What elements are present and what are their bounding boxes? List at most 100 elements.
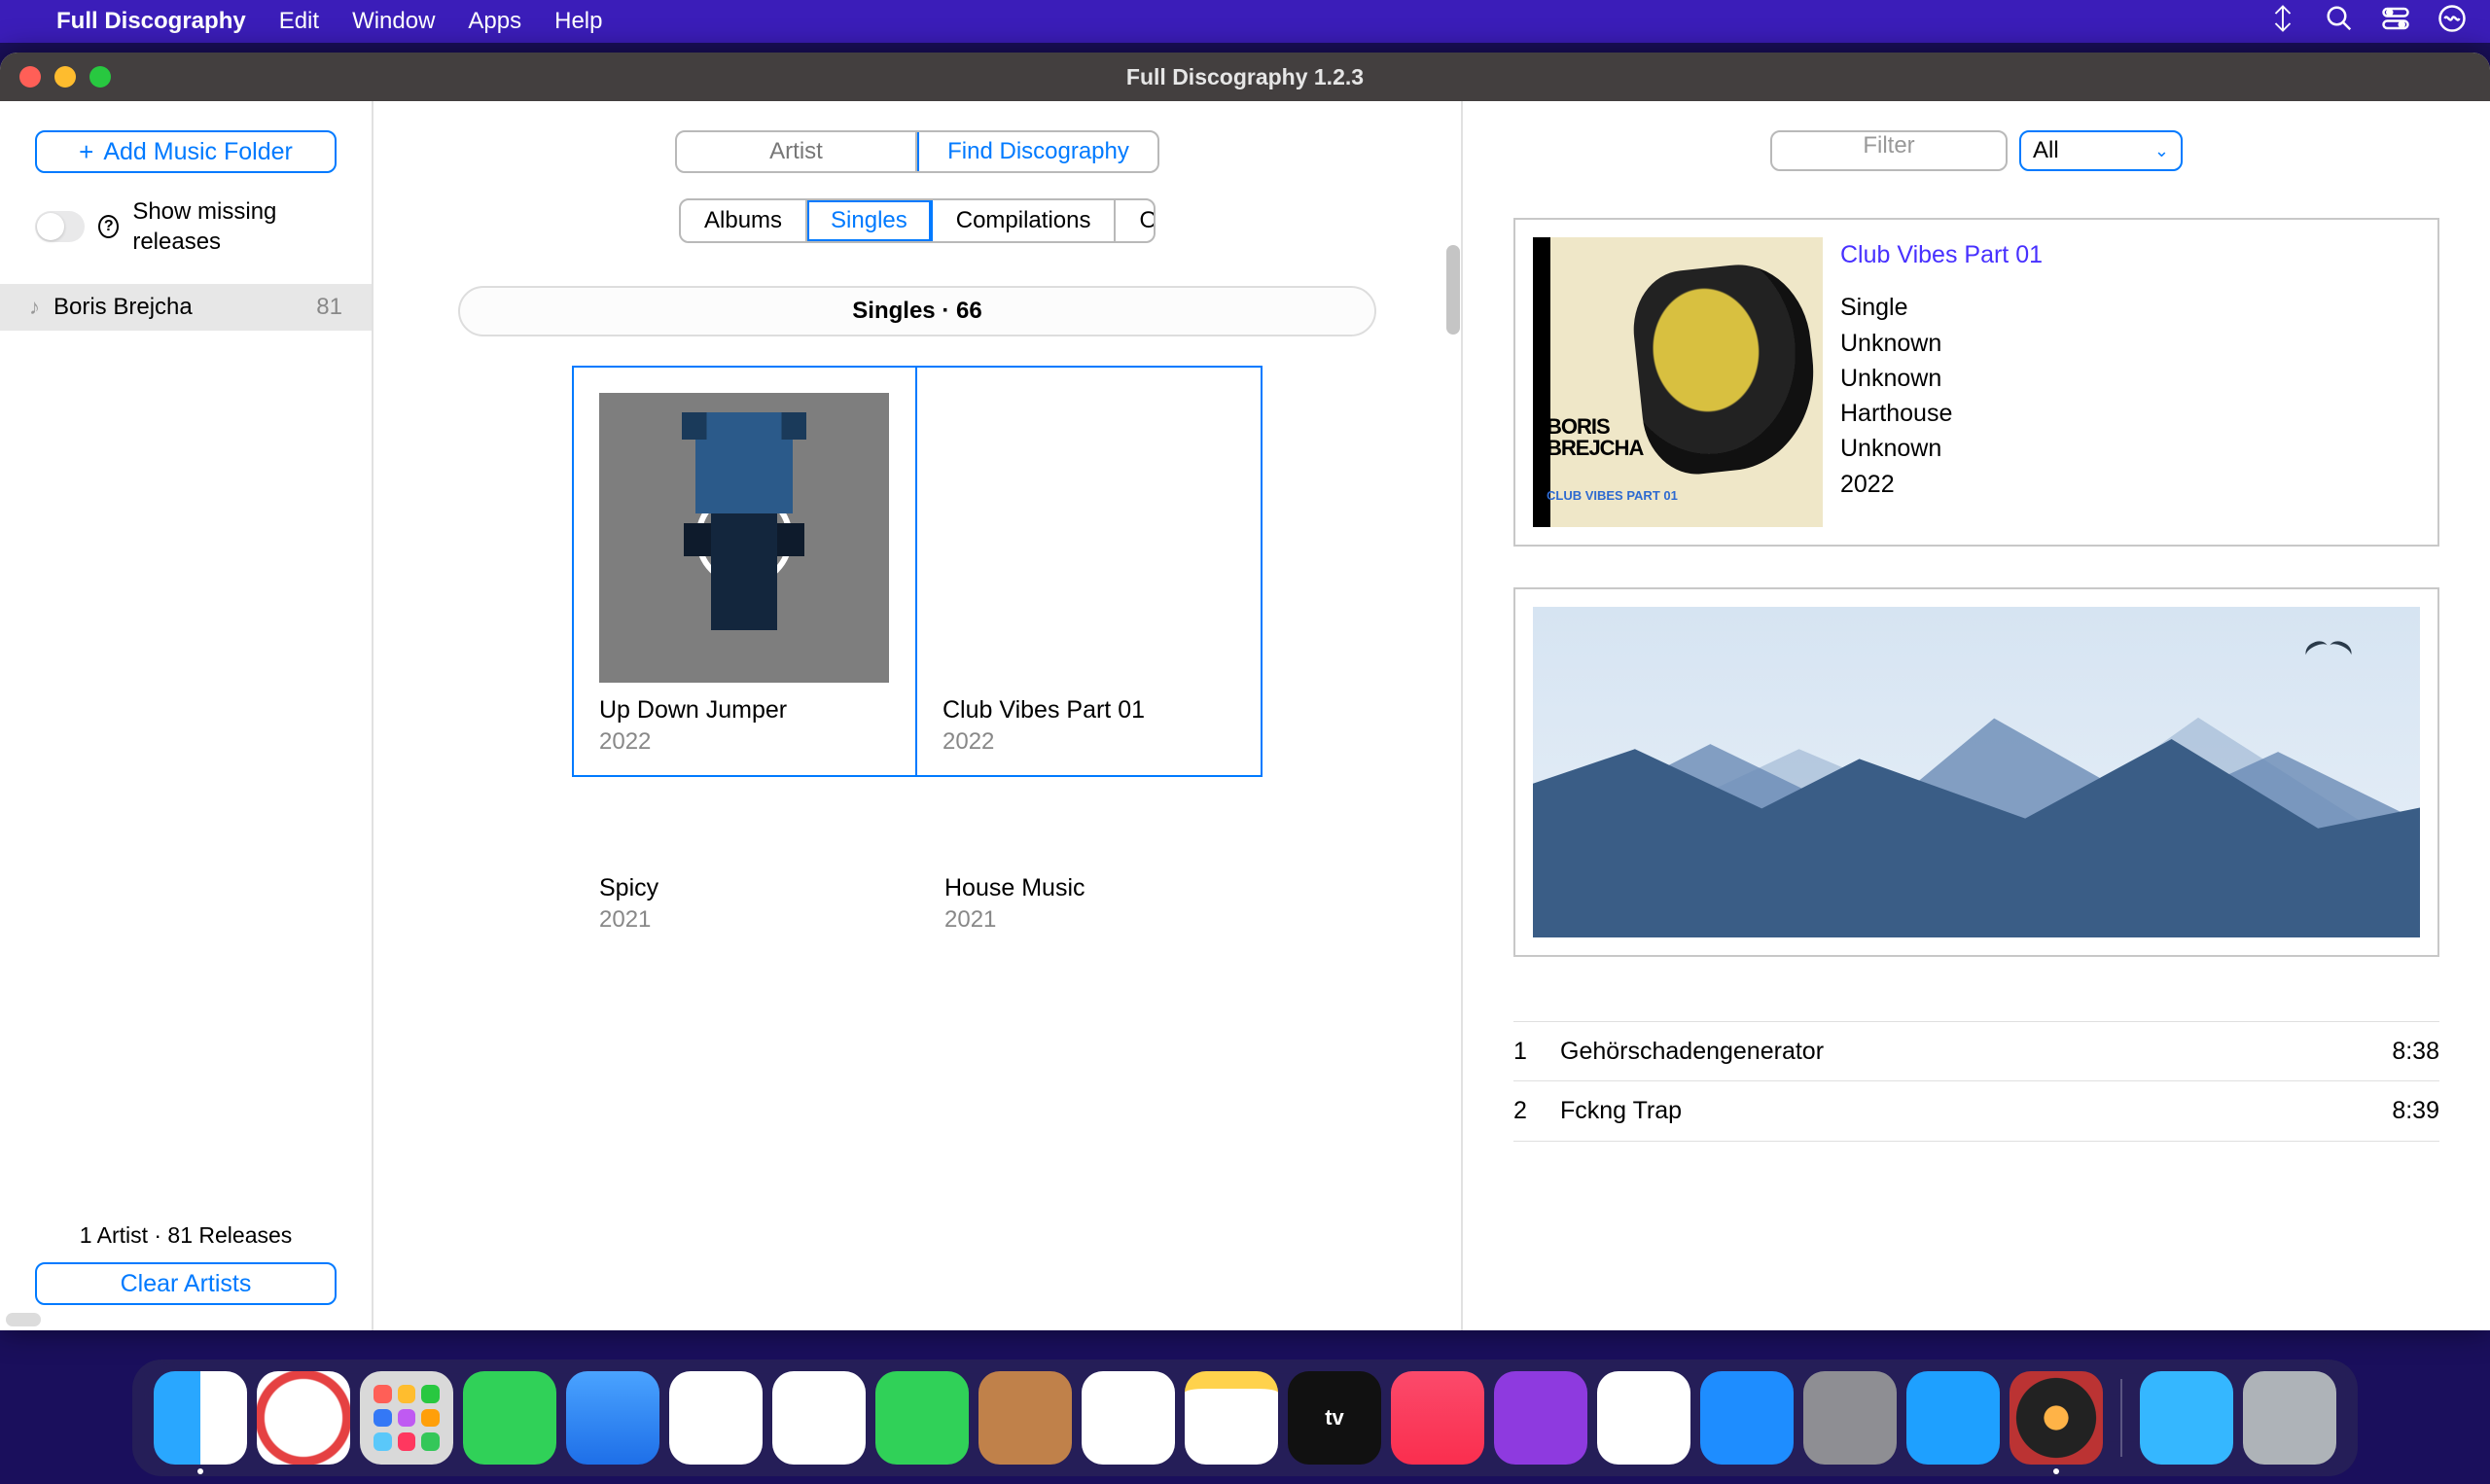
- bird-graphic: [2305, 642, 2352, 665]
- dock-downloads[interactable]: [2140, 1371, 2233, 1465]
- artist-photo-card: [1513, 587, 2439, 957]
- plus-icon: +: [79, 137, 93, 167]
- section-header-pill: Singles · 66: [458, 286, 1376, 336]
- cover-art-graphic: [676, 436, 812, 640]
- window-controls: [19, 66, 111, 88]
- dock-app-messages[interactable]: [463, 1371, 556, 1465]
- show-missing-toggle[interactable]: [35, 211, 85, 242]
- sidebar: + Add Music Folder ? Show missing releas…: [0, 101, 374, 1330]
- release-info-type: Single: [1840, 290, 2420, 325]
- release-year: 2021: [599, 906, 917, 934]
- dock-app-facetime[interactable]: [875, 1371, 969, 1465]
- dock-app-photos[interactable]: [772, 1371, 866, 1465]
- dock-app-appstore[interactable]: [1700, 1371, 1794, 1465]
- dock-app-news[interactable]: [1597, 1371, 1690, 1465]
- chevron-down-icon: ⌄: [2154, 141, 2169, 161]
- release-card[interactable]: Club Vibes Part 01 2022: [917, 368, 1261, 775]
- release-grid: Up Down Jumper 2022 Club Vibes Part 01 2…: [572, 366, 1263, 777]
- dock-app-launchpad[interactable]: [360, 1371, 453, 1465]
- release-info-label: Harthouse: [1840, 396, 2420, 431]
- help-icon[interactable]: ?: [98, 215, 119, 238]
- release-info-card: BORISBREJCHA CLUB VIBES PART 01 Club Vib…: [1513, 218, 2439, 547]
- sidebar-artist-name: Boris Brejcha: [53, 294, 193, 321]
- fullscreen-window-button[interactable]: [89, 66, 111, 88]
- release-card[interactable]: House Music 2021: [917, 874, 1263, 934]
- vertical-scrollbar[interactable]: [1446, 245, 1460, 335]
- track-list: 1 Gehörschadengenerator 8:38 2 Fckng Tra…: [1513, 1021, 2439, 1142]
- titlebar: Full Discography 1.2.3: [0, 53, 2490, 101]
- system-menubar: Full Discography Edit Window Apps Help: [0, 0, 2490, 43]
- add-music-folder-button[interactable]: + Add Music Folder: [35, 130, 337, 173]
- dock-app-finder[interactable]: [154, 1371, 247, 1465]
- dock-separator: [2120, 1379, 2122, 1457]
- release-cover[interactable]: [599, 393, 889, 683]
- music-note-icon: ♪: [29, 295, 40, 320]
- menu-help[interactable]: Help: [554, 8, 602, 35]
- release-info-field: Unknown: [1840, 326, 2420, 361]
- filter-scope-select[interactable]: All ⌄: [2019, 130, 2183, 171]
- filter-input[interactable]: Filter: [1770, 130, 2008, 171]
- segment-albums[interactable]: Albums: [681, 200, 807, 241]
- release-year: 2022: [599, 728, 890, 756]
- menu-window[interactable]: Window: [352, 8, 435, 35]
- spotlight-search-icon[interactable]: [2325, 4, 2354, 40]
- dock-app-reminders[interactable]: [1082, 1371, 1175, 1465]
- dock-app-contacts[interactable]: [978, 1371, 1072, 1465]
- release-title: Up Down Jumper: [599, 696, 890, 724]
- release-title: House Music: [944, 874, 1263, 902]
- segment-find-discography[interactable]: Find Discography: [917, 132, 1157, 171]
- control-center-icon[interactable]: [2381, 4, 2410, 40]
- dock-app-settings[interactable]: [1803, 1371, 1897, 1465]
- dock-app-mail[interactable]: [566, 1371, 659, 1465]
- release-card[interactable]: Spicy 2021: [572, 874, 917, 934]
- dock-app-xcode[interactable]: [1906, 1371, 2000, 1465]
- siri-icon[interactable]: [2437, 4, 2467, 40]
- dock-app-music[interactable]: [1391, 1371, 1484, 1465]
- menu-edit[interactable]: Edit: [279, 8, 319, 35]
- segment-artist[interactable]: Artist: [677, 132, 917, 171]
- dock-app-podcasts[interactable]: [1494, 1371, 1587, 1465]
- track-name: Fckng Trap: [1560, 1097, 2392, 1125]
- track-row[interactable]: 1 Gehörschadengenerator 8:38: [1513, 1021, 2439, 1081]
- release-cover[interactable]: [943, 393, 1232, 683]
- segment-other[interactable]: Other: [1116, 200, 1156, 241]
- clear-artists-button[interactable]: Clear Artists: [35, 1262, 337, 1305]
- sidebar-summary: 1 Artist · 81 Releases: [35, 1222, 337, 1249]
- release-grid-row-2: Spicy 2021 House Music 2021: [572, 874, 1263, 934]
- menu-apps[interactable]: Apps: [468, 8, 521, 35]
- close-window-button[interactable]: [19, 66, 41, 88]
- release-info-cover: BORISBREJCHA CLUB VIBES PART 01: [1533, 237, 1823, 527]
- segment-compilations[interactable]: Compilations: [933, 200, 1117, 241]
- release-card[interactable]: Up Down Jumper 2022: [574, 368, 917, 775]
- dock: tv: [132, 1360, 2358, 1476]
- release-year: 2022: [943, 728, 1235, 756]
- app-window: Full Discography 1.2.3 + Add Music Folde…: [0, 53, 2490, 1330]
- release-title: Club Vibes Part 01: [943, 696, 1235, 724]
- dock-app-tv[interactable]: tv: [1288, 1371, 1381, 1465]
- main-segmented-control: Artist Find Discography: [675, 130, 1159, 173]
- main-panel: Artist Find Discography Albums Singles C…: [374, 101, 1463, 1330]
- horizontal-scrollbar[interactable]: [6, 1313, 41, 1326]
- track-row[interactable]: 2 Fckng Trap 8:39: [1513, 1081, 2439, 1142]
- release-info-field: Unknown: [1840, 431, 2420, 466]
- sidebar-artist-row[interactable]: ♪ Boris Brejcha 81: [0, 284, 372, 331]
- window-title: Full Discography 1.2.3: [1126, 64, 1364, 90]
- dock-trash[interactable]: [2243, 1371, 2336, 1465]
- segment-singles[interactable]: Singles: [807, 200, 933, 241]
- release-info-title-link[interactable]: Club Vibes Part 01: [1840, 237, 2420, 272]
- release-info-meta: Club Vibes Part 01 Single Unknown Unknow…: [1840, 237, 2420, 527]
- menubar-app-name[interactable]: Full Discography: [56, 8, 246, 35]
- track-duration: 8:38: [2392, 1038, 2439, 1066]
- dock-app-full-discography[interactable]: [2010, 1371, 2103, 1465]
- dock-app-maps[interactable]: [669, 1371, 763, 1465]
- sidebar-artist-count: 81: [316, 294, 342, 321]
- menubar-extra-icon[interactable]: [2268, 4, 2297, 40]
- track-number: 1: [1513, 1038, 1560, 1066]
- minimize-window-button[interactable]: [54, 66, 76, 88]
- track-duration: 8:39: [2392, 1097, 2439, 1125]
- artist-photo: [1533, 607, 2420, 937]
- dock-app-safari[interactable]: [257, 1371, 350, 1465]
- show-missing-label: Show missing releases: [132, 196, 337, 257]
- filter-scope-value: All: [2033, 137, 2059, 164]
- dock-app-notes[interactable]: [1185, 1371, 1278, 1465]
